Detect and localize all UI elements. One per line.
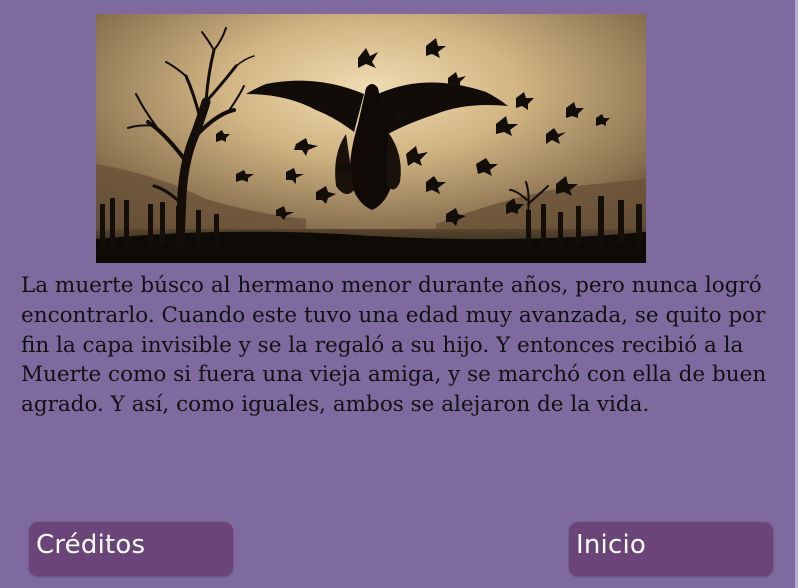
hero-illustration <box>96 14 646 263</box>
credits-button[interactable]: Créditos <box>29 522 233 576</box>
home-button[interactable]: Inicio <box>569 522 773 576</box>
story-text: La muerte búsco al hermano menor durante… <box>21 273 767 418</box>
credits-button-label: Créditos <box>36 530 146 560</box>
home-button-label: Inicio <box>576 530 646 560</box>
death-with-crows-image <box>96 14 646 263</box>
